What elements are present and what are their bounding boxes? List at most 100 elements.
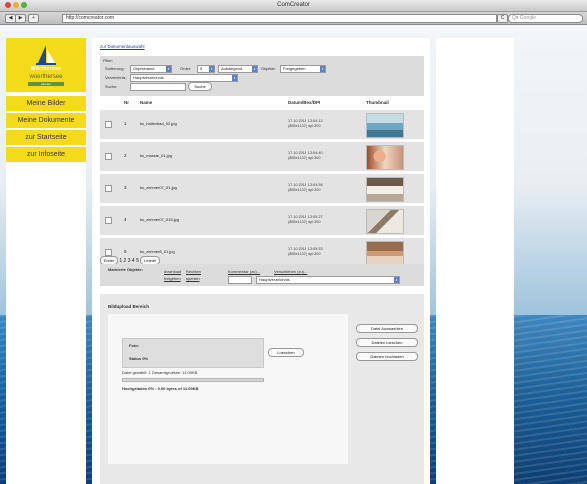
row-checkbox[interactable] — [105, 217, 112, 224]
row-checkbox[interactable] — [105, 121, 112, 128]
row-meta: 17.10.2011 13:05:53 (885x1122) dpi:300 — [288, 247, 323, 257]
order-value: 5 — [200, 66, 203, 71]
table-row[interactable]: 2 ks_massie_01.jpg 17.10.2011 13:04:40 (8… — [100, 142, 424, 171]
nav-meine-dokumente[interactable]: Meine Dokumente — [6, 113, 86, 128]
chevron-down-icon: ⇕ — [320, 66, 325, 72]
marked-title: Markierte Objekte: — [108, 267, 143, 272]
remove-files-button[interactable]: Dateien loeschen — [356, 338, 418, 347]
table-row[interactable]: 1 ks_hallenbad_02.jpg 17.10.2011 13:04:1… — [100, 110, 424, 139]
progress-text: Hochgeladen 0% : 0.00 bytes of 11.09KB — [122, 386, 199, 391]
brand-wordmark: Wörthersee — [30, 66, 62, 72]
nav-zur-startseite[interactable]: zur Startseite — [6, 130, 86, 145]
row-checkbox[interactable] — [105, 185, 112, 192]
folder-value: Hauptverzeichnis — [133, 75, 164, 80]
column-header-date: Datum/Bex/DPI — [288, 100, 321, 105]
row-size: (885x1122) dpi:300 — [288, 220, 321, 224]
filter-label: Filter: — [103, 58, 113, 63]
table-header: Nr Name Datum/Bex/DPI Thumbnail — [100, 100, 424, 108]
move-target-value: Hauptverzeichnis — [259, 277, 290, 282]
order-select[interactable]: 5 ⇕ — [197, 65, 215, 73]
nav-meine-bilder[interactable]: Meine Bilder — [6, 96, 86, 111]
verschieben-link[interactable]: Verschieben (zu)... — [274, 269, 307, 274]
order-label: Order: — [180, 66, 192, 71]
chevron-down-icon: ⇕ — [232, 75, 237, 81]
upload-panel: Bildupload Bereich Foto: Status 0% Loesc… — [100, 294, 424, 484]
marked-objects-panel: Markierte Objekte: download Rechten frei… — [100, 264, 424, 286]
row-size: (885x1122) dpi:300 — [288, 252, 321, 256]
search-input[interactable] — [130, 83, 186, 91]
sperren-link[interactable]: sperren — [186, 276, 200, 281]
rechten-link[interactable]: Rechten — [186, 269, 201, 274]
brand-name: woerthersee — [29, 74, 63, 80]
chevron-down-icon: ⇕ — [209, 66, 214, 72]
row-filename: ks_massie_01.jpg — [140, 153, 173, 158]
row-checkbox[interactable] — [105, 153, 112, 160]
choose-file-button[interactable]: Datei Auswaehlen — [356, 324, 418, 333]
row-filename: ks_zimmer8_01.jpg — [140, 249, 175, 254]
row-number: 3 — [124, 185, 127, 190]
direction-select[interactable]: Aufsteigend ⇕ — [218, 65, 258, 73]
column-header-nr: Nr — [124, 100, 130, 105]
objects-value: Freigegeben — [283, 66, 306, 71]
column-header-thumbnail: Thumbnail — [366, 100, 389, 105]
row-meta: 17.10.2011 13:04:40 (885x1122) dpi:300 — [288, 151, 323, 161]
window-titlebar: ComCreator — [0, 0, 587, 12]
row-number: 2 — [124, 153, 127, 158]
thumbnail-image[interactable] — [366, 145, 404, 170]
reload-button[interactable]: C — [497, 14, 508, 23]
search-label: Suche: — [105, 84, 118, 89]
nav-zur-infoseite[interactable]: zur Infoseite — [6, 147, 86, 162]
row-number: 5 — [124, 249, 127, 254]
sort-value: Objektname — [133, 66, 155, 71]
row-number: 4 — [124, 217, 127, 222]
row-number: 1 — [124, 121, 127, 126]
thumbnail-image[interactable] — [366, 177, 404, 202]
row-filename: ks_zimmer07_01.jpg — [140, 185, 177, 190]
row-size: (885x1122) dpi:300 — [288, 156, 321, 160]
search-button[interactable]: Suche — [188, 82, 212, 91]
freigeben-link[interactable]: freigeben — [164, 276, 181, 281]
chevron-down-icon: ⇕ — [394, 277, 399, 283]
file-count-text: Datei gewählt: 1 Gesamtgroesse: 11.09KB — [122, 370, 198, 375]
move-target-select[interactable]: Hauptverzeichnis ⇕ — [256, 276, 400, 284]
forward-button[interactable]: ▶ — [15, 14, 26, 23]
column-header-name: Name — [140, 100, 153, 105]
thumbnail-image[interactable] — [366, 113, 404, 138]
left-sidebar: Wörthersee woerthersee kärnten Meine Bil… — [6, 38, 86, 484]
sort-label: Sortierung: — [105, 66, 125, 71]
brand-logo[interactable]: Wörthersee woerthersee kärnten — [6, 38, 86, 92]
row-size: (885x1122) dpi:300 — [288, 124, 321, 128]
download-link[interactable]: download — [164, 269, 181, 274]
upload-area: Foto: Status 0% Loeschen Datei gewählt: … — [108, 314, 348, 464]
delete-file-button[interactable]: Loeschen — [268, 348, 304, 357]
objects-label: Objekte: — [261, 66, 276, 71]
upload-files-button[interactable]: Dateien hochladen — [356, 352, 418, 361]
folder-select[interactable]: Hauptverzeichnis ⇕ — [130, 74, 238, 82]
file-status-box: Foto: Status 0% — [122, 338, 264, 368]
direction-value: Aufsteigend — [221, 66, 243, 71]
status-text: Status 0% — [129, 356, 149, 361]
upload-title: Bildupload Bereich — [108, 304, 150, 309]
thumbnail-image[interactable] — [366, 209, 404, 234]
sort-select[interactable]: Objektname ⇕ — [130, 65, 172, 73]
row-checkbox[interactable] — [105, 249, 112, 256]
table-row[interactable]: 4 ks_zimmer07_015.jpg 17.10.2011 13:05:2… — [100, 206, 424, 235]
row-meta: 17.10.2011 13:04:12 (885x1122) dpi:300 — [288, 119, 323, 129]
add-bookmark-button[interactable]: + — [28, 14, 39, 23]
overview-link[interactable]: zur Dokumentauswahl — [100, 44, 145, 49]
filter-panel: Filter: Sortierung: Objektname ⇕ Order: 5… — [100, 56, 424, 96]
kommentare-link[interactable]: Kommentar (zu)... — [228, 269, 260, 274]
row-filename: ks_hallenbad_02.jpg — [140, 121, 177, 126]
progress-track — [122, 378, 264, 382]
google-search-field[interactable]: Q▾ Google — [508, 14, 583, 23]
table-row[interactable]: 3 ks_zimmer07_01.jpg 17.10.2011 13:04:58… — [100, 174, 424, 203]
objects-select[interactable]: Freigegeben ⇕ — [280, 65, 326, 73]
file-label: Foto: — [129, 343, 139, 348]
url-field[interactable]: http://comcreator.com — [62, 14, 497, 23]
comment-input[interactable] — [228, 276, 252, 284]
main-content: zur Dokumentauswahl Filter: Sortierung: … — [92, 38, 430, 484]
chevron-down-icon: ⇕ — [166, 66, 171, 72]
brand-tag: kärnten — [28, 82, 64, 86]
thumbnail-image[interactable] — [366, 241, 404, 266]
row-meta: 17.10.2011 13:05:27 (885x1122) dpi:300 — [288, 215, 323, 225]
